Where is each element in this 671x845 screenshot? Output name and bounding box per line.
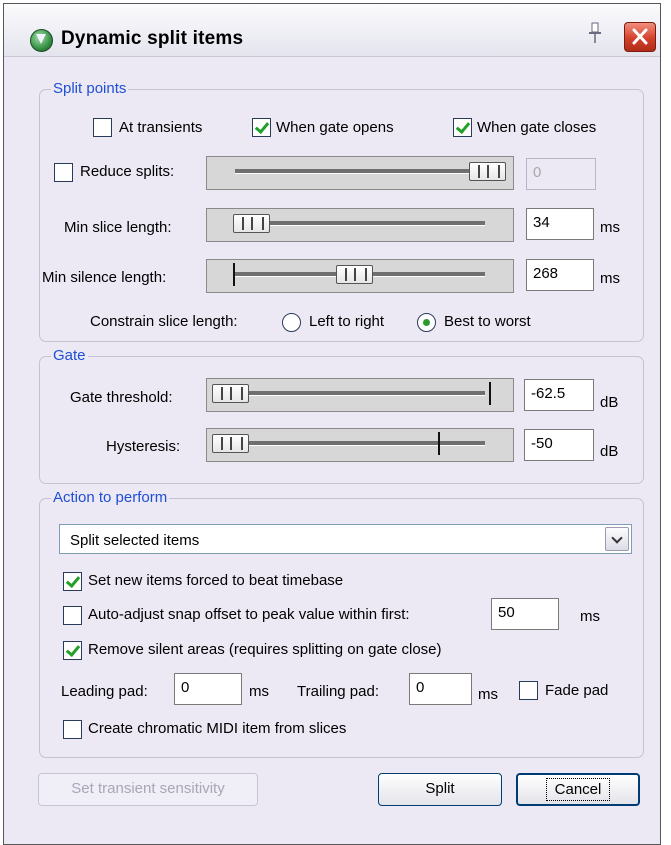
left-to-right-radio[interactable]	[282, 313, 301, 332]
auto-adjust-unit: ms	[580, 608, 600, 625]
create-midi-label[interactable]: Create chromatic MIDI item from slices	[88, 719, 346, 739]
best-to-worst-radio[interactable]	[417, 313, 436, 332]
leading-pad-input[interactable]: 0	[174, 673, 242, 705]
gate-threshold-slider[interactable]	[206, 378, 514, 412]
hysteresis-unit: dB	[600, 443, 619, 460]
reaper-app-icon	[30, 29, 53, 52]
leading-pad-unit: ms	[249, 683, 269, 700]
reduce-splits-checkbox[interactable]	[54, 163, 73, 182]
remove-silent-label[interactable]: Remove silent areas (requires splitting …	[88, 640, 442, 660]
trailing-pad-input[interactable]: 0	[409, 673, 472, 705]
gate-legend: Gate	[51, 347, 88, 365]
hysteresis-slider-thumb[interactable]	[212, 434, 249, 453]
auto-adjust-input[interactable]: 50	[491, 598, 559, 630]
create-midi-checkbox[interactable]	[63, 720, 82, 739]
window-title: Dynamic split items	[61, 28, 244, 49]
action-select-value: Split selected items	[70, 532, 200, 549]
min-slice-length-unit: ms	[600, 219, 620, 236]
action-legend: Action to perform	[51, 489, 170, 507]
when-gate-opens-label[interactable]: When gate opens	[276, 118, 394, 138]
min-silence-length-label: Min silence length:	[42, 269, 167, 286]
reduce-splits-slider[interactable]	[206, 156, 514, 190]
min-slice-length-slider[interactable]	[206, 208, 514, 242]
left-to-right-label[interactable]: Left to right	[309, 312, 384, 332]
at-transients-label[interactable]: At transients	[119, 118, 202, 138]
pin-icon[interactable]	[587, 22, 603, 44]
fade-pad-label[interactable]: Fade pad	[545, 681, 608, 701]
hysteresis-slider[interactable]	[206, 428, 514, 462]
min-silence-length-slider-thumb[interactable]	[336, 265, 373, 284]
min-silence-length-unit: ms	[600, 270, 620, 287]
auto-adjust-checkbox[interactable]	[63, 606, 82, 625]
when-gate-closes-label[interactable]: When gate closes	[477, 118, 596, 138]
auto-adjust-label[interactable]: Auto-adjust snap offset to peak value wi…	[88, 605, 410, 625]
gate-threshold-marker	[489, 382, 491, 405]
set-forced-beat-checkbox[interactable]	[63, 572, 82, 591]
close-button[interactable]	[624, 22, 656, 52]
trailing-pad-unit: ms	[478, 686, 498, 703]
action-select[interactable]: Split selected items	[59, 524, 632, 554]
set-forced-beat-label[interactable]: Set new items forced to beat timebase	[88, 571, 343, 591]
fade-pad-checkbox[interactable]	[519, 681, 538, 700]
at-transients-checkbox[interactable]	[93, 118, 112, 137]
slider-groove	[235, 391, 485, 396]
when-gate-closes-checkbox[interactable]	[453, 118, 472, 137]
hysteresis-label: Hysteresis:	[106, 438, 181, 455]
gate-threshold-slider-thumb[interactable]	[212, 384, 249, 403]
dynamic-split-dialog: Dynamic split items Split points At tran…	[3, 3, 661, 845]
gate-threshold-input[interactable]: -62.5	[524, 379, 594, 411]
slider-groove	[235, 169, 485, 174]
chevron-down-icon[interactable]	[605, 527, 629, 551]
trailing-pad-label: Trailing pad:	[297, 683, 379, 700]
min-silence-length-input[interactable]: 268	[526, 259, 594, 291]
cancel-button-label: Cancel	[545, 778, 611, 801]
set-transient-sensitivity-button: Set transient sensitivity	[38, 773, 258, 806]
hysteresis-input[interactable]: -50	[524, 429, 594, 461]
min-slice-length-label: Min slice length:	[64, 219, 172, 236]
slider-groove	[235, 441, 485, 446]
min-slice-length-slider-thumb[interactable]	[233, 214, 270, 233]
hysteresis-marker	[438, 432, 440, 455]
title-bar[interactable]: Dynamic split items	[4, 4, 660, 57]
remove-silent-checkbox[interactable]	[63, 641, 82, 660]
constrain-slice-length-label: Constrain slice length:	[90, 313, 238, 330]
when-gate-opens-checkbox[interactable]	[252, 118, 271, 137]
min-silence-length-marker	[233, 263, 235, 286]
gate-threshold-label: Gate threshold:	[70, 389, 173, 406]
leading-pad-label: Leading pad:	[61, 683, 148, 700]
close-icon	[632, 28, 648, 45]
reduce-splits-label[interactable]: Reduce splits:	[80, 162, 174, 182]
min-slice-length-input[interactable]: 34	[526, 208, 594, 240]
reduce-splits-input: 0	[526, 158, 596, 190]
split-button[interactable]: Split	[378, 773, 502, 806]
cancel-button[interactable]: Cancel	[516, 773, 640, 806]
split-points-legend: Split points	[51, 80, 129, 98]
reduce-splits-slider-thumb[interactable]	[469, 162, 506, 181]
slider-groove	[235, 221, 485, 226]
min-silence-length-slider[interactable]	[206, 259, 514, 293]
best-to-worst-label[interactable]: Best to worst	[444, 312, 531, 332]
split-button-label: Split	[425, 780, 455, 797]
gate-threshold-unit: dB	[600, 394, 619, 411]
gate-group	[39, 356, 644, 484]
